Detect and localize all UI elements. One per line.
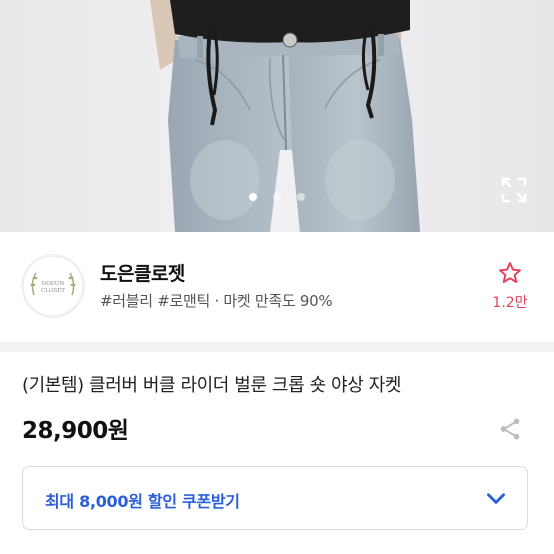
chevron-down-icon xyxy=(487,493,505,504)
section-divider xyxy=(0,342,554,352)
shop-tags: #러블리 #로맨틱 · 마켓 만족도 90% xyxy=(100,292,333,310)
product-image[interactable] xyxy=(0,0,554,232)
favorite-button[interactable]: 1.2만 xyxy=(488,260,532,312)
shop-name[interactable]: 도은클로젯 xyxy=(100,259,185,286)
logo-text-top: DOEUN xyxy=(42,281,65,287)
coupon-button[interactable]: 최대 8,000원 할인 쿠폰받기 xyxy=(22,466,528,530)
carousel-indicator xyxy=(0,193,554,201)
coupon-label: 최대 8,000원 할인 쿠폰받기 xyxy=(45,492,240,511)
product-title: (기본템) 클러버 버클 라이더 벌룬 크롭 숏 야상 자켓 xyxy=(22,375,402,396)
carousel-dot[interactable] xyxy=(297,193,305,201)
shop-logo[interactable]: DOEUN CLOSET xyxy=(22,255,84,317)
star-icon xyxy=(499,262,521,283)
carousel-dot[interactable] xyxy=(249,193,257,201)
logo-text-bottom: CLOSET xyxy=(41,288,65,294)
product-price: 28,900원 xyxy=(22,418,129,444)
fullscreen-icon[interactable] xyxy=(498,174,530,206)
carousel-dot[interactable] xyxy=(273,193,281,201)
share-icon[interactable] xyxy=(497,416,523,442)
favorite-count: 1.2만 xyxy=(492,295,528,311)
